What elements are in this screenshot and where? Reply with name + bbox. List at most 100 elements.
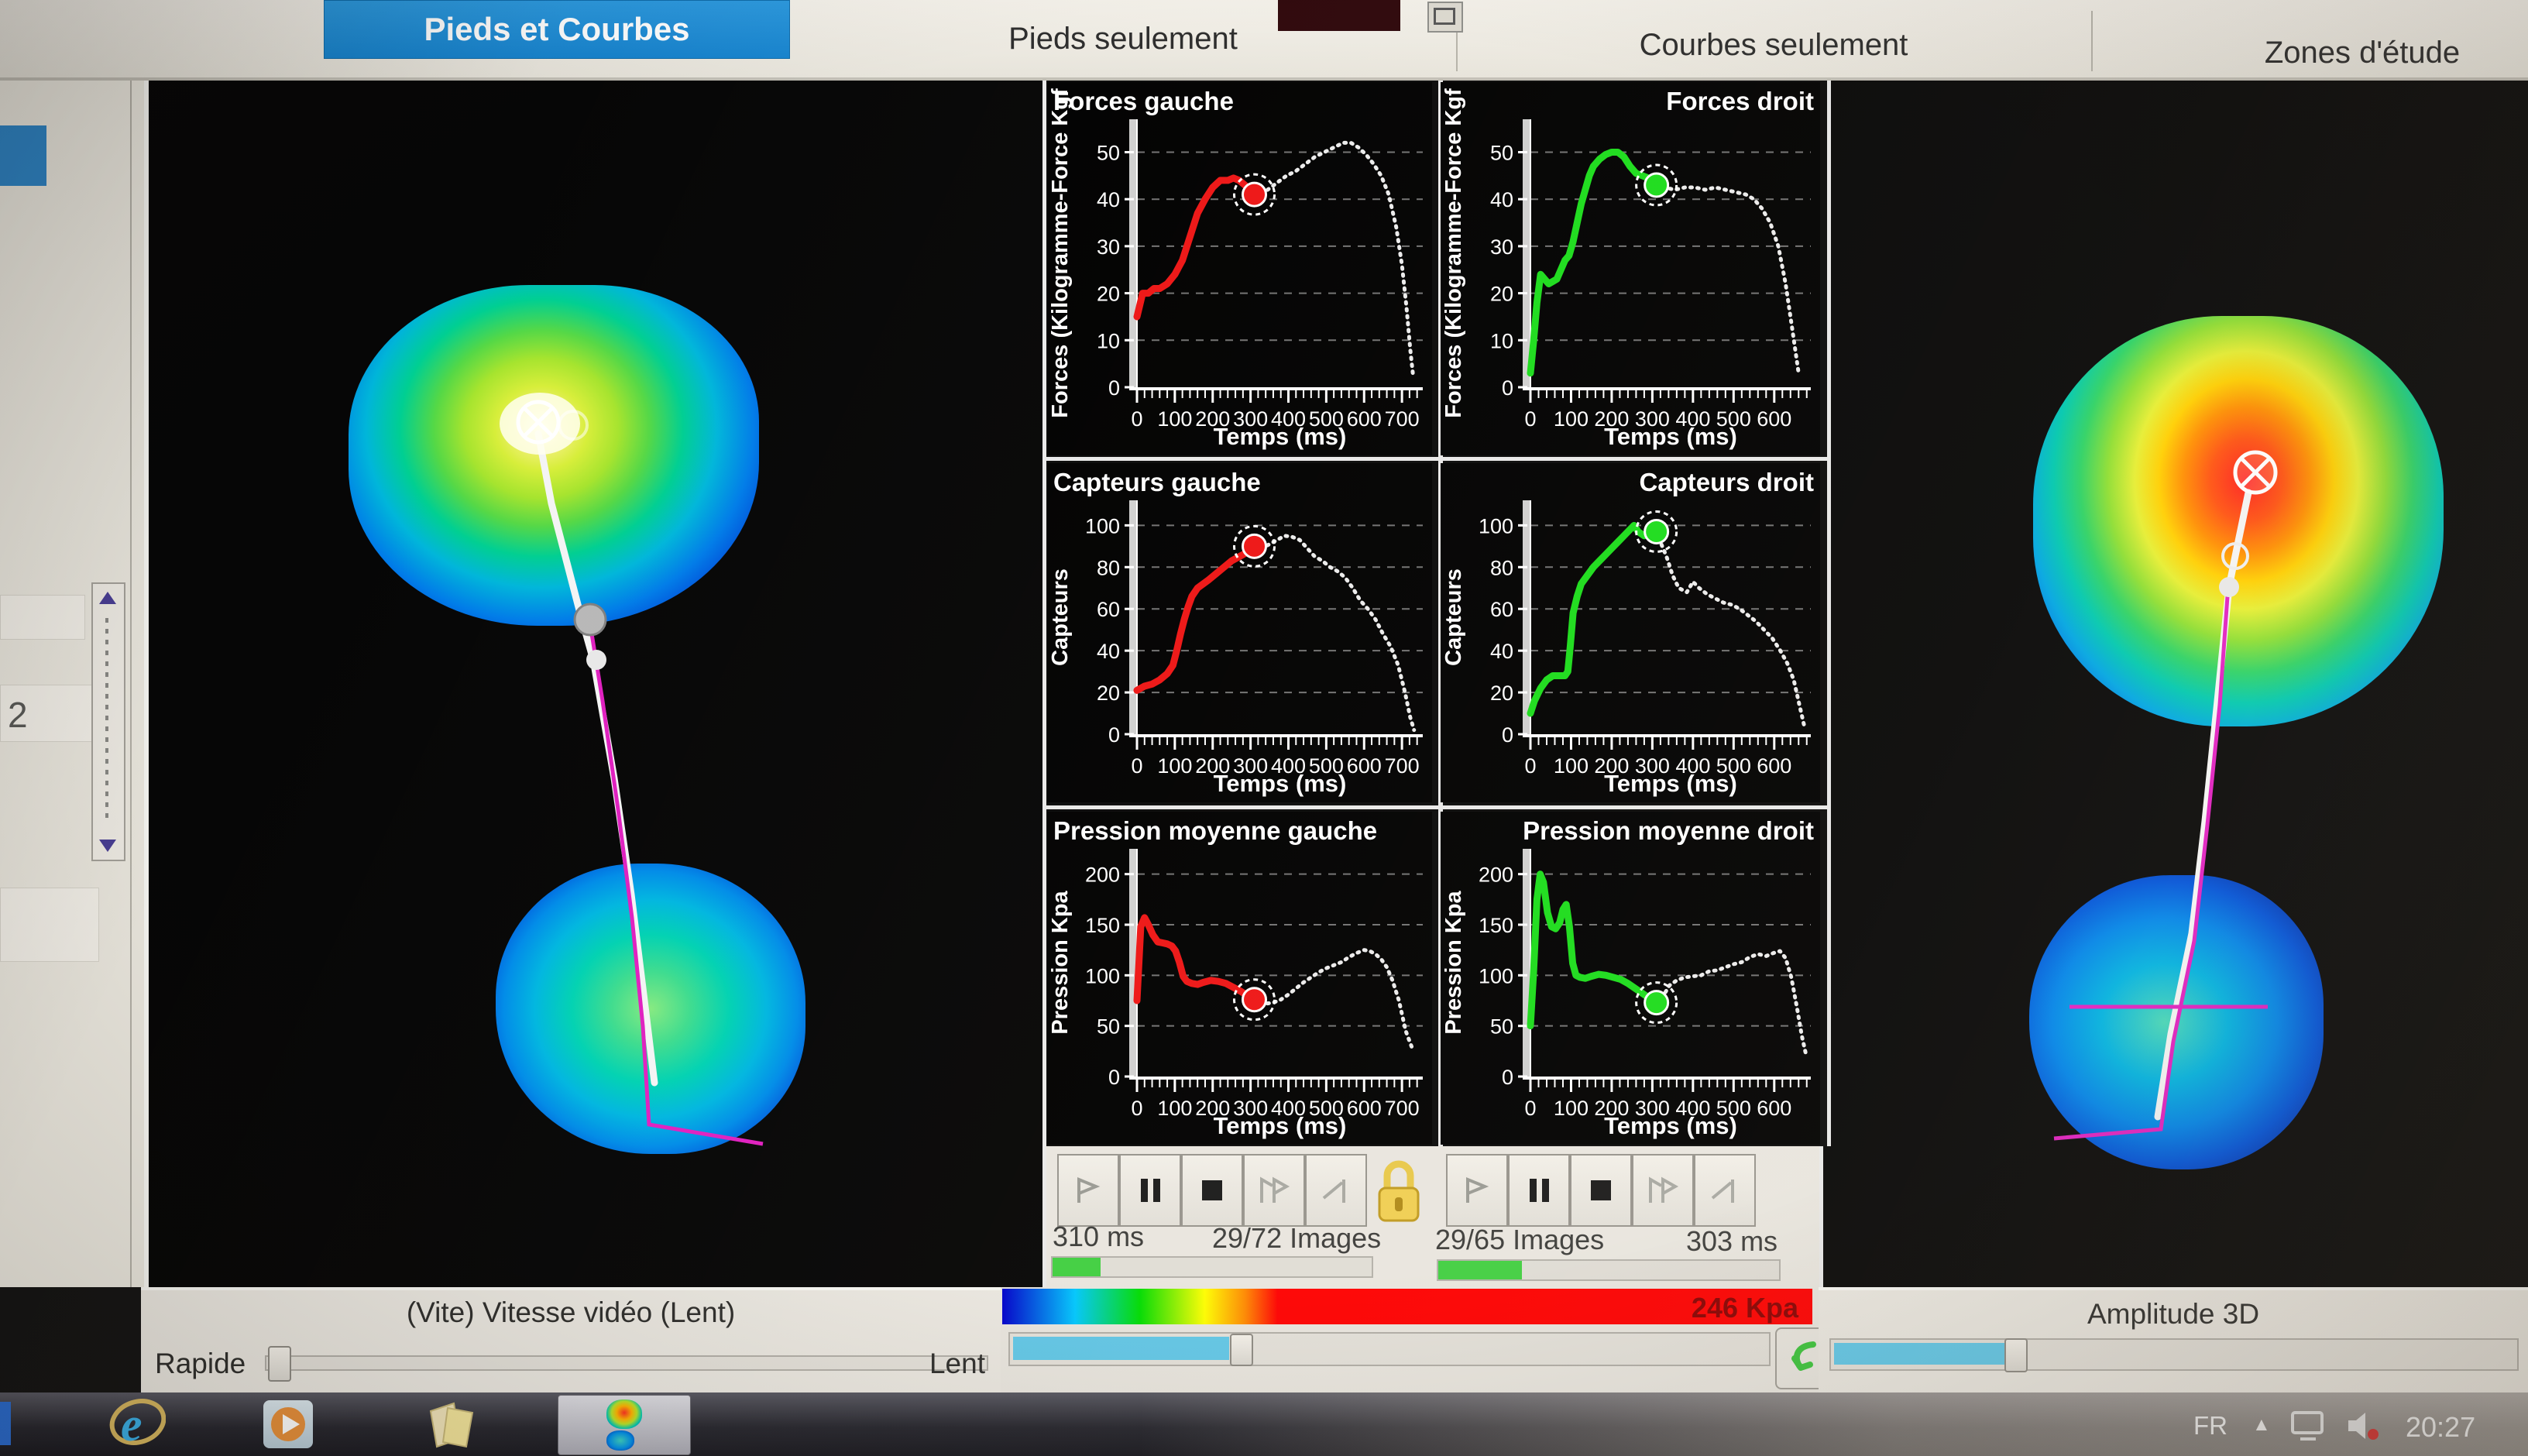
amplitude-slider-thumb[interactable] bbox=[2004, 1338, 2028, 1372]
pause-icon bbox=[1530, 1179, 1549, 1202]
svg-text:Capteurs droit: Capteurs droit bbox=[1639, 468, 1814, 496]
svg-text:600: 600 bbox=[1757, 1097, 1791, 1120]
svg-text:700: 700 bbox=[1385, 407, 1420, 431]
right-skip-end-button[interactable] bbox=[1694, 1154, 1756, 1227]
svg-text:Capteurs gauche: Capteurs gauche bbox=[1053, 468, 1261, 496]
svg-text:700: 700 bbox=[1385, 1097, 1420, 1120]
video-speed-panel: (Vite) Vitesse vidéo (Lent) Rapide Lent bbox=[141, 1287, 1001, 1396]
internet-explorer-icon[interactable]: e bbox=[108, 1397, 166, 1455]
svg-text:Temps (ms): Temps (ms) bbox=[1214, 1112, 1347, 1139]
svg-text:600: 600 bbox=[1757, 407, 1791, 431]
svg-text:10: 10 bbox=[1490, 329, 1513, 352]
amplitude-slider[interactable] bbox=[1829, 1338, 2519, 1371]
language-indicator[interactable]: FR bbox=[2193, 1411, 2227, 1441]
svg-text:30: 30 bbox=[1490, 235, 1513, 259]
chart-svg: Pression moyenne gauchePression Kpa05010… bbox=[1047, 812, 1432, 1145]
sidebar-vertical-slider[interactable] bbox=[91, 582, 125, 861]
svg-text:Forces droit: Forces droit bbox=[1666, 87, 1814, 115]
svg-text:Forces (Kilogramme-Force Kgf: Forces (Kilogramme-Force Kgf bbox=[1048, 88, 1073, 418]
right-stop-button[interactable] bbox=[1570, 1154, 1632, 1227]
tab-zones-detude[interactable]: Zones d'étude bbox=[2215, 31, 2509, 74]
sidebar-divider bbox=[144, 77, 149, 1287]
left-stop-button[interactable] bbox=[1181, 1154, 1243, 1227]
right-fast-forward-button[interactable] bbox=[1632, 1154, 1694, 1227]
right-play-button[interactable] bbox=[1446, 1154, 1508, 1227]
svg-text:600: 600 bbox=[1347, 1097, 1382, 1120]
svg-text:10: 10 bbox=[1097, 329, 1120, 352]
speed-slider-thumb[interactable] bbox=[268, 1346, 291, 1382]
svg-text:Temps (ms): Temps (ms) bbox=[1214, 770, 1347, 797]
right-seek-fill bbox=[1438, 1261, 1522, 1279]
right-seek-bar[interactable] bbox=[1437, 1259, 1781, 1281]
svg-text:Forces gauche: Forces gauche bbox=[1053, 87, 1234, 115]
svg-text:100: 100 bbox=[1479, 964, 1513, 987]
media-player-icon[interactable] bbox=[263, 1400, 313, 1448]
svg-text:100: 100 bbox=[1554, 754, 1589, 778]
scale-slider-thumb[interactable] bbox=[1230, 1334, 1253, 1366]
left-seek-bar[interactable] bbox=[1051, 1256, 1373, 1278]
active-app-taskbar-button[interactable] bbox=[558, 1395, 691, 1455]
photo-dark-edge bbox=[0, 1287, 141, 1392]
photo-glare bbox=[0, 1392, 2528, 1456]
svg-text:0: 0 bbox=[1524, 1097, 1536, 1120]
chart-capteurs-gauche: Capteurs gaucheCapteurs02040608010001002… bbox=[1047, 463, 1432, 802]
chart-pression-gauche: Pression moyenne gauchePression Kpa05010… bbox=[1047, 812, 1432, 1145]
left-play-button[interactable] bbox=[1057, 1154, 1119, 1227]
left-pause-button[interactable] bbox=[1119, 1154, 1181, 1227]
right-time-label: 303 ms bbox=[1686, 1225, 1778, 1258]
svg-text:100: 100 bbox=[1157, 407, 1192, 431]
svg-text:60: 60 bbox=[1490, 598, 1513, 621]
chart-forces-droit: Forces droit Forces (Kilogramme-Force Kgf… bbox=[1441, 82, 1820, 455]
slider-down-arrow-icon[interactable] bbox=[99, 840, 116, 852]
left-skip-end-button[interactable] bbox=[1305, 1154, 1367, 1227]
right-pause-button[interactable] bbox=[1508, 1154, 1570, 1227]
svg-text:20: 20 bbox=[1097, 283, 1120, 306]
green-return-arrow-icon bbox=[1795, 1344, 1813, 1368]
fast-forward-icon bbox=[1650, 1180, 1675, 1203]
sticky-notes-icon[interactable] bbox=[424, 1402, 479, 1454]
sidebar-selected-row[interactable] bbox=[0, 125, 46, 186]
video-speed-title: (Vite) Vitesse vidéo (Lent) bbox=[141, 1296, 1001, 1329]
right-frames-label: 29/65 Images bbox=[1435, 1224, 1604, 1256]
sidebar-field[interactable] bbox=[0, 595, 85, 640]
sidebar-field[interactable] bbox=[0, 888, 99, 962]
svg-text:Forces (Kilogramme-Force Kgf: Forces (Kilogramme-Force Kgf bbox=[1441, 88, 1466, 418]
sidebar-field-value: 2 bbox=[8, 694, 28, 736]
tab-pieds-et-courbes[interactable]: Pieds et Courbes bbox=[324, 0, 790, 59]
amplitude-slider-fill bbox=[1834, 1343, 2006, 1365]
svg-text:80: 80 bbox=[1097, 556, 1120, 579]
restore-window-button[interactable] bbox=[1427, 2, 1463, 33]
right-foot-forefoot-heatmap bbox=[2033, 316, 2444, 726]
pressure-color-scale: 246 Kpa bbox=[1002, 1289, 1812, 1324]
foot-app-icon bbox=[606, 1399, 642, 1451]
tab-courbes-seulement[interactable]: Courbes seulement bbox=[1518, 23, 2029, 67]
tray-expand-icon[interactable]: ▲ bbox=[2252, 1414, 2271, 1436]
lock-icon[interactable] bbox=[1372, 1156, 1426, 1227]
charts-row-divider bbox=[1046, 457, 1827, 461]
svg-text:150: 150 bbox=[1479, 914, 1513, 937]
partial-taskbar-icon bbox=[0, 1402, 11, 1445]
speed-slow-label: Lent bbox=[929, 1348, 985, 1380]
svg-text:0: 0 bbox=[1524, 407, 1536, 431]
left-time-label: 310 ms bbox=[1053, 1221, 1144, 1253]
left-fast-forward-button[interactable] bbox=[1243, 1154, 1305, 1227]
svg-text:0: 0 bbox=[1131, 754, 1142, 778]
svg-text:600: 600 bbox=[1757, 754, 1791, 778]
slider-up-arrow-icon[interactable] bbox=[99, 592, 116, 604]
playback-controls: 310 ms 29/72 Images 29/65 Images 303 ms bbox=[1042, 1146, 1823, 1287]
clock: 20:27 bbox=[2406, 1411, 2475, 1444]
scale-slider[interactable] bbox=[1008, 1332, 1771, 1366]
chart-svg: Pression moyenne droitPression Kpa050100… bbox=[1441, 812, 1820, 1145]
display-tray-icon[interactable] bbox=[2289, 1410, 2327, 1446]
amplitude-3d-panel: Amplitude 3D bbox=[1819, 1287, 2528, 1396]
chart-svg: Forces gaucheForces (Kilogramme-Force Kg… bbox=[1047, 82, 1432, 455]
speed-slider[interactable] bbox=[265, 1355, 988, 1371]
left-foot-heel-heatmap bbox=[496, 864, 805, 1154]
volume-tray-icon[interactable] bbox=[2345, 1410, 2382, 1446]
svg-text:40: 40 bbox=[1490, 640, 1513, 663]
right-foot-heel-heatmap bbox=[2029, 875, 2324, 1169]
tab-pieds-et-courbes-label: Pieds et Courbes bbox=[424, 11, 689, 48]
fast-forward-icon bbox=[1262, 1180, 1286, 1203]
pause-icon bbox=[1141, 1179, 1160, 1202]
svg-text:Pression Kpa: Pression Kpa bbox=[1441, 890, 1466, 1034]
